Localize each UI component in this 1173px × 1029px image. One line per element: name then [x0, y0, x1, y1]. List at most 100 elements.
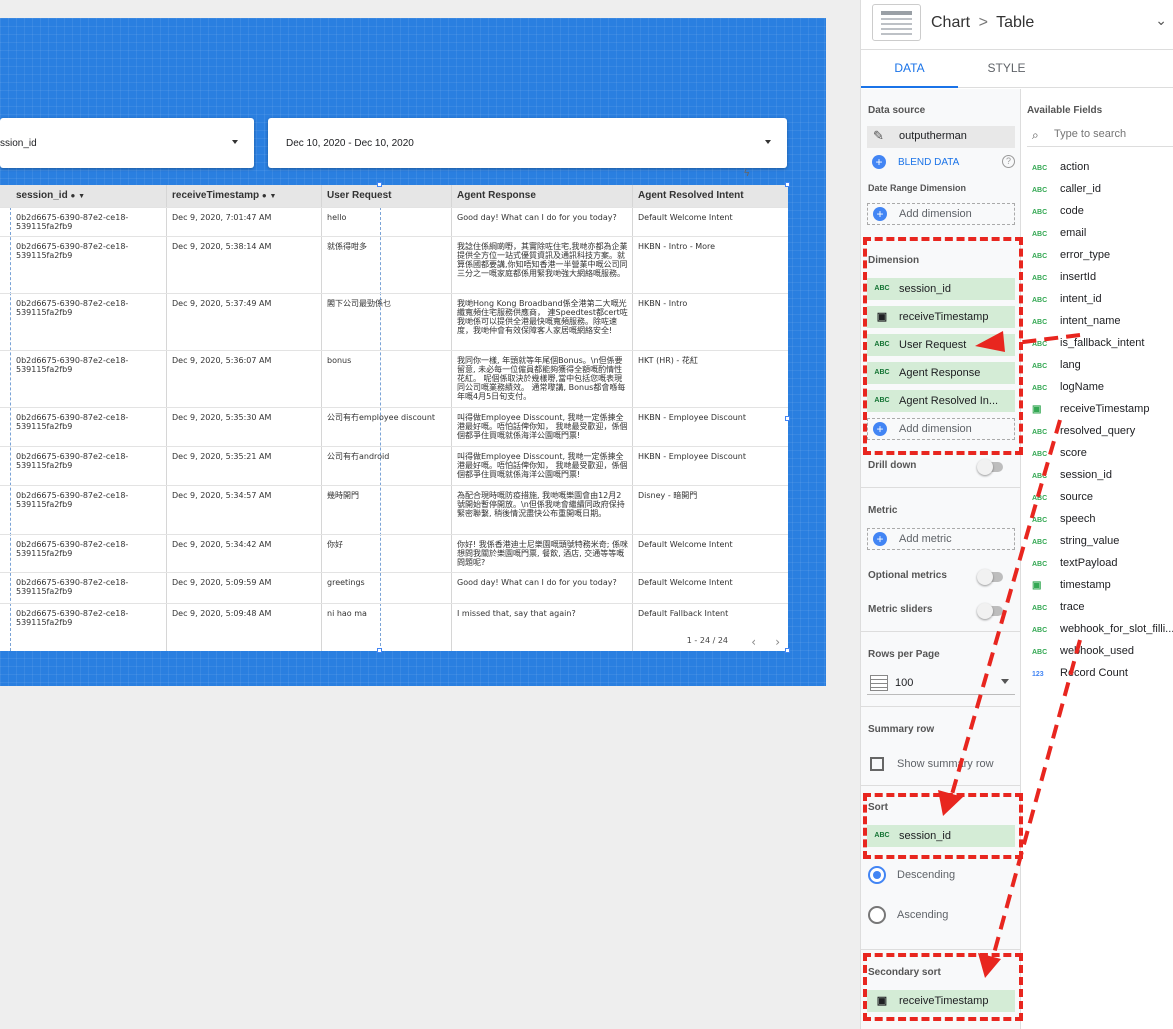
- field-label: trace: [1060, 601, 1085, 613]
- timestamp-cell: Dec 9, 2020, 5:35:30 AM: [172, 413, 272, 422]
- previous-page-icon[interactable]: ‹: [751, 635, 756, 649]
- field-label: code: [1060, 205, 1084, 217]
- timestamp-cell: Dec 9, 2020, 5:38:14 AM: [172, 242, 272, 251]
- rows-per-page-select[interactable]: 100: [867, 673, 1015, 695]
- table-row[interactable]: 0b2d6675-6390-87e2-ce18-539115fa2fb9 Dec …: [0, 485, 788, 534]
- available-field[interactable]: ABC action: [1032, 156, 1173, 178]
- timestamp-cell: Dec 9, 2020, 5:09:59 AM: [172, 578, 272, 587]
- available-field[interactable]: ABC is_fallback_intent: [1032, 332, 1173, 354]
- agent-response-cell: 叫得做Employee Disscount, 我哋一定係揀全港最好嘅。唔怕話俾你…: [457, 452, 628, 479]
- table-row[interactable]: 0b2d6675-6390-87e2-ce18-539115fa2fb9 Dec …: [0, 207, 788, 236]
- resize-handle[interactable]: [377, 648, 382, 653]
- data-table[interactable]: session_id ● ▼ receiveTimestamp ● ▼ User…: [0, 185, 788, 651]
- agent-response-cell: Good day! What can I do for you today?: [457, 213, 617, 222]
- field-label: caller_id: [1060, 183, 1101, 195]
- available-field[interactable]: ABC textPayload: [1032, 552, 1173, 574]
- ascending-label: Ascending: [897, 909, 949, 921]
- help-icon[interactable]: ?: [1002, 155, 1015, 168]
- user-request-cell: 公司有冇android: [327, 452, 390, 461]
- available-field[interactable]: ABC lang: [1032, 354, 1173, 376]
- breadcrumb-chart[interactable]: Chart: [931, 14, 970, 31]
- available-field[interactable]: ▣ timestamp: [1032, 574, 1173, 596]
- blend-data-button[interactable]: + BLEND DATA ?: [867, 155, 1015, 171]
- session-id-filter-control[interactable]: ssion_id: [0, 118, 254, 168]
- intent-cell: HKBN - Intro - More: [638, 242, 716, 251]
- field-label: resolved_query: [1060, 425, 1136, 437]
- available-field[interactable]: ABC intent_name: [1032, 310, 1173, 332]
- intent-cell: Default Welcome Intent: [638, 578, 733, 587]
- header-session-id[interactable]: session_id ● ▼: [10, 185, 85, 207]
- session-id-cell: 0b2d6675-6390-87e2-ce18-539115fa2fb9: [16, 356, 129, 374]
- table-row[interactable]: 0b2d6675-6390-87e2-ce18-539115fa2fb9 Dec …: [0, 534, 788, 572]
- info-icon: ●: [70, 191, 76, 200]
- table-chart-icon[interactable]: [872, 4, 921, 41]
- intent-cell: HKT (HR) - 花紅: [638, 356, 698, 365]
- header-user-request[interactable]: User Request: [321, 185, 391, 207]
- available-field[interactable]: ABC string_value: [1032, 530, 1173, 552]
- descending-radio[interactable]: [868, 866, 886, 884]
- available-field[interactable]: ABC source: [1032, 486, 1173, 508]
- text-type-icon: ABC: [1032, 429, 1048, 436]
- table-row[interactable]: 0b2d6675-6390-87e2-ce18-539115fa2fb9 Dec …: [0, 293, 788, 350]
- table-row[interactable]: 0b2d6675-6390-87e2-ce18-539115fa2fb9 Dec …: [0, 446, 788, 485]
- rows-per-page-value: 100: [895, 677, 914, 689]
- drill-down-toggle[interactable]: [977, 459, 1003, 475]
- available-field[interactable]: ABC webhook_used: [1032, 640, 1173, 662]
- available-field[interactable]: ABC webhook_for_slot_filli...: [1032, 618, 1173, 640]
- available-field[interactable]: ▣ receiveTimestamp: [1032, 398, 1173, 420]
- show-summary-row-checkbox[interactable]: [870, 757, 884, 771]
- resize-handle[interactable]: [785, 182, 790, 187]
- user-request-cell: hello: [327, 213, 347, 222]
- available-field[interactable]: ABC insertId: [1032, 266, 1173, 288]
- available-field[interactable]: 123 Record Count: [1032, 662, 1173, 684]
- table-row[interactable]: 0b2d6675-6390-87e2-ce18-539115fa2fb9 Dec …: [0, 603, 788, 651]
- add-metric-button[interactable]: + Add metric: [867, 528, 1015, 550]
- available-field[interactable]: ABC logName: [1032, 376, 1173, 398]
- tab-data[interactable]: DATA: [861, 51, 958, 88]
- table-row[interactable]: 0b2d6675-6390-87e2-ce18-539115fa2fb9 Dec …: [0, 350, 788, 407]
- field-search-input[interactable]: [1054, 128, 1169, 140]
- next-page-icon[interactable]: ›: [775, 635, 780, 649]
- lightning-icon: ϟ: [744, 168, 750, 179]
- agent-response-cell: 我諗住係綱啲嘢，其實除咗住宅,我哋亦都為企業提供全方位一站式優質資訊及通訊科技方…: [457, 242, 628, 278]
- edit-pencil-icon[interactable]: ✎: [873, 128, 884, 144]
- header-agent-response[interactable]: Agent Response: [451, 185, 536, 207]
- field-search[interactable]: ⌕: [1027, 125, 1173, 147]
- available-field[interactable]: ABC intent_id: [1032, 288, 1173, 310]
- available-field[interactable]: ABC speech: [1032, 508, 1173, 530]
- add-date-range-dimension-button[interactable]: + Add dimension: [867, 203, 1015, 225]
- rows-icon: [870, 675, 888, 691]
- available-field[interactable]: ABC code: [1032, 200, 1173, 222]
- field-label: logName: [1060, 381, 1105, 393]
- resize-handle[interactable]: [377, 182, 382, 187]
- text-type-icon: ABC: [1032, 473, 1048, 480]
- data-source-chip[interactable]: ✎ outputherman: [867, 126, 1015, 148]
- chevron-down-icon[interactable]: ⌄: [1155, 12, 1167, 29]
- resize-handle[interactable]: [785, 648, 790, 653]
- available-field[interactable]: ABC caller_id: [1032, 178, 1173, 200]
- breadcrumb-table[interactable]: Table: [996, 14, 1034, 31]
- optional-metrics-toggle[interactable]: [977, 569, 1003, 585]
- session-id-cell: 0b2d6675-6390-87e2-ce18-539115fa2fb9: [16, 213, 129, 231]
- add-circle-icon: +: [873, 207, 887, 221]
- available-field[interactable]: ABC session_id: [1032, 464, 1173, 486]
- number-type-icon: 123: [1032, 671, 1044, 678]
- tab-style[interactable]: STYLE: [958, 51, 1055, 88]
- available-field[interactable]: ABC trace: [1032, 596, 1173, 618]
- header-agent-resolved-intent[interactable]: Agent Resolved Intent: [632, 185, 744, 207]
- header-receive-timestamp[interactable]: receiveTimestamp ● ▼: [166, 185, 276, 207]
- ascending-radio[interactable]: [868, 906, 886, 924]
- table-row[interactable]: 0b2d6675-6390-87e2-ce18-539115fa2fb9 Dec …: [0, 407, 788, 446]
- date-range-control[interactable]: Dec 10, 2020 - Dec 10, 2020: [268, 118, 787, 168]
- available-field[interactable]: ABC error_type: [1032, 244, 1173, 266]
- sort-desc-icon: ▼: [269, 193, 277, 200]
- table-row[interactable]: 0b2d6675-6390-87e2-ce18-539115fa2fb9 Dec …: [0, 236, 788, 293]
- resize-handle[interactable]: [785, 416, 790, 421]
- available-field[interactable]: ABC email: [1032, 222, 1173, 244]
- available-field[interactable]: ABC score: [1032, 442, 1173, 464]
- session-id-cell: 0b2d6675-6390-87e2-ce18-539115fa2fb9: [16, 609, 129, 627]
- table-row[interactable]: 0b2d6675-6390-87e2-ce18-539115fa2fb9 Dec …: [0, 572, 788, 603]
- text-type-icon: ABC: [1032, 319, 1048, 326]
- metric-sliders-toggle[interactable]: [977, 603, 1003, 619]
- available-field[interactable]: ABC resolved_query: [1032, 420, 1173, 442]
